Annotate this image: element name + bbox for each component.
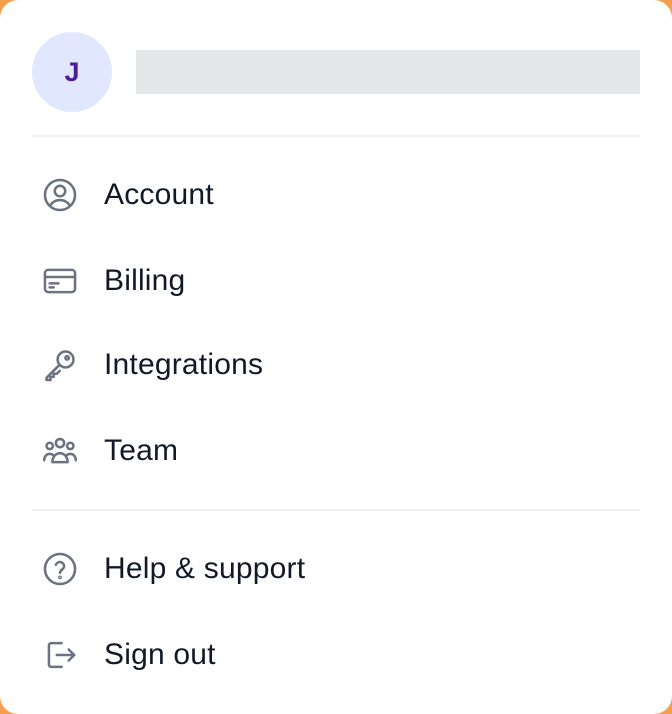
avatar: J <box>32 32 112 112</box>
menu-item-label: Sign out <box>104 638 216 671</box>
user-circle-icon <box>40 175 80 215</box>
menu-item-integrations[interactable]: Integrations <box>32 333 640 397</box>
menu-item-billing[interactable]: Billing <box>32 249 640 313</box>
credit-card-icon <box>40 261 80 301</box>
user-name-placeholder <box>136 50 640 94</box>
menu-divider <box>32 509 640 511</box>
menu-item-label: Account <box>104 178 214 211</box>
question-circle-icon <box>40 549 80 589</box>
menu-item-team[interactable]: Team <box>32 419 640 483</box>
menu-item-label: Help & support <box>104 552 306 585</box>
user-header: J <box>32 32 640 112</box>
key-icon <box>40 345 80 385</box>
sign-out-icon <box>40 635 80 675</box>
users-group-icon <box>40 431 80 471</box>
avatar-initial: J <box>64 56 80 87</box>
menu-item-label: Billing <box>104 264 186 297</box>
menu-item-label: Team <box>104 434 179 467</box>
menu-item-account[interactable]: Account <box>32 163 640 227</box>
menu-item-sign-out[interactable]: Sign out <box>32 623 640 687</box>
menu-item-label: Integrations <box>104 348 264 381</box>
menu-divider <box>32 135 640 137</box>
user-menu-dropdown: J Account Billing Integrations Team Help… <box>0 0 672 714</box>
menu-item-help-support[interactable]: Help & support <box>32 537 640 601</box>
